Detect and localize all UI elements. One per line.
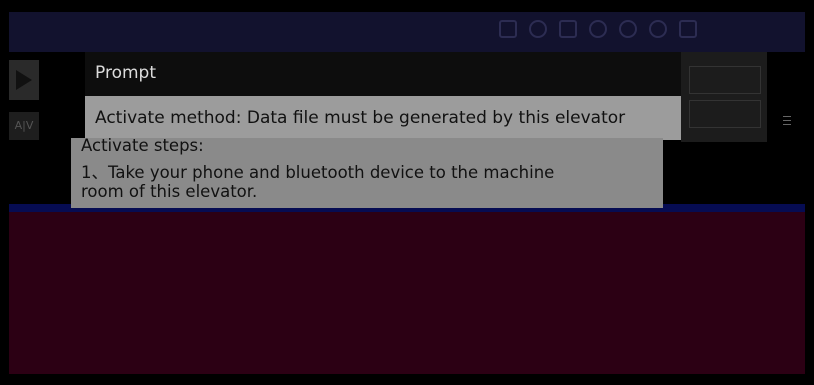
menu-icon[interactable] [783,116,791,128]
activate-step-1-continued: room of this elevator. [81,182,258,201]
toolbar-icon[interactable] [589,20,607,38]
user-icon[interactable] [529,20,547,38]
content-area [9,212,805,374]
activate-step-1: 1、Take your phone and bluetooth device t… [81,163,555,182]
av-button[interactable]: A|V [9,112,39,140]
dialog-title: Prompt [95,63,156,83]
activate-method-text: Activate method: Data file must be gener… [95,108,626,128]
panel-cell[interactable] [689,100,761,128]
app-screen: A|V Prompt Activate method: Data file mu… [9,12,805,374]
play-button[interactable] [9,60,39,100]
activate-steps-panel: Activate steps: 1、Take your phone and bl… [71,138,663,208]
toolbar-icon[interactable] [649,20,667,38]
toolbar-icon[interactable] [619,20,637,38]
toolbar-icon[interactable] [499,20,517,38]
toolbar-icon[interactable] [679,20,697,38]
right-panel [681,52,767,142]
toolbar-icon[interactable] [559,20,577,38]
prompt-dialog-header: Prompt [85,52,681,96]
app-title-bar [9,12,805,52]
activate-steps-heading: Activate steps: [81,138,204,155]
activate-method-row: Activate method: Data file must be gener… [85,96,681,140]
panel-cell[interactable] [689,66,761,94]
toolbar-icons [499,20,697,38]
